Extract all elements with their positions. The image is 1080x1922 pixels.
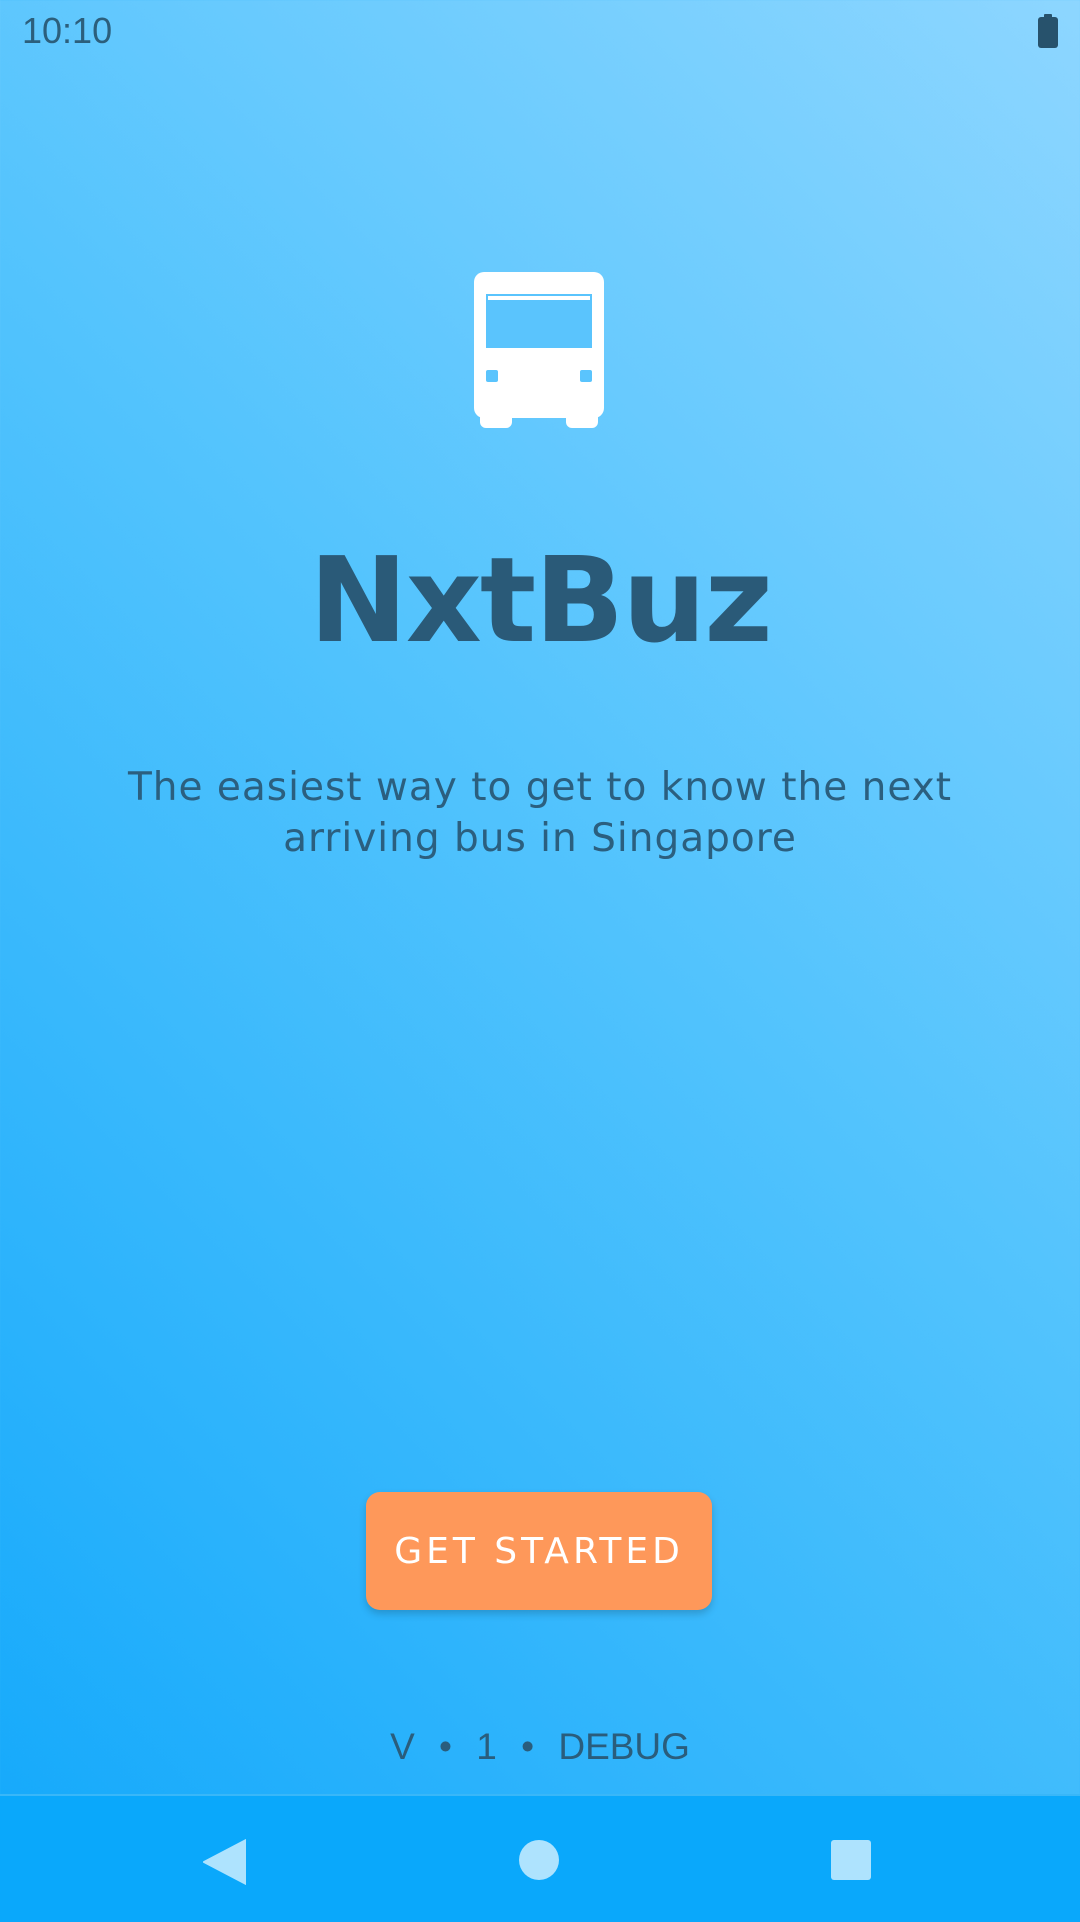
bus-icon: [474, 272, 604, 428]
status-time: 10:10: [22, 10, 113, 51]
battery-icon: [1038, 14, 1058, 48]
get-started-button[interactable]: GET STARTED: [366, 1492, 712, 1610]
home-icon[interactable]: [519, 1840, 559, 1880]
back-icon[interactable]: [202, 1838, 246, 1886]
status-bar: 10:10: [0, 0, 1080, 64]
app-tagline: The easiest way to get to know the next …: [127, 765, 953, 861]
navigation-bar: [0, 1794, 1080, 1922]
version-label: V • 1 • DEBUG: [390, 1726, 690, 1767]
app-title: NxtBuz: [309, 531, 773, 669]
recents-icon[interactable]: [831, 1840, 871, 1880]
